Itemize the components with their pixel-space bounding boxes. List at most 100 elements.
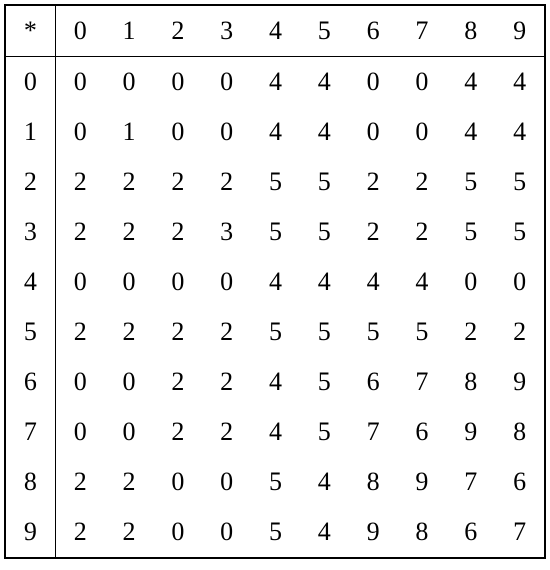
row-header: 5 [6, 307, 55, 357]
cell: 4 [300, 507, 349, 557]
cell: 0 [202, 257, 251, 307]
cell: 4 [251, 407, 300, 457]
cell: 0 [55, 357, 104, 407]
cell: 4 [251, 107, 300, 157]
cell: 2 [55, 507, 104, 557]
cell: 2 [349, 207, 398, 257]
col-header: 1 [105, 6, 154, 57]
cell: 8 [495, 407, 544, 457]
cell: 0 [202, 107, 251, 157]
cell: 0 [153, 257, 202, 307]
col-header: 2 [153, 6, 202, 57]
table-row: 3 2 2 2 3 5 5 2 2 5 5 [6, 207, 544, 257]
cell: 2 [55, 157, 104, 207]
cell: 0 [153, 107, 202, 157]
col-header: 6 [349, 6, 398, 57]
cell: 5 [300, 407, 349, 457]
cell: 5 [251, 207, 300, 257]
table-row: 9 2 2 0 0 5 4 9 8 6 7 [6, 507, 544, 557]
cell: 2 [495, 307, 544, 357]
table-row: 8 2 2 0 0 5 4 8 9 7 6 [6, 457, 544, 507]
cell: 5 [398, 307, 447, 357]
cell: 7 [398, 357, 447, 407]
cell: 5 [300, 357, 349, 407]
cell: 5 [495, 157, 544, 207]
cell: 0 [105, 357, 154, 407]
cell: 0 [105, 257, 154, 307]
cell: 0 [202, 457, 251, 507]
cell: 5 [251, 457, 300, 507]
cell: 6 [446, 507, 495, 557]
cell: 5 [495, 207, 544, 257]
cell: 4 [446, 57, 495, 108]
row-header: 7 [6, 407, 55, 457]
table-row: 6 0 0 2 2 4 5 6 7 8 9 [6, 357, 544, 407]
cell: 5 [251, 157, 300, 207]
table-row: 2 2 2 2 2 5 5 2 2 5 5 [6, 157, 544, 207]
cell: 8 [398, 507, 447, 557]
cell: 4 [495, 107, 544, 157]
cell: 2 [105, 207, 154, 257]
cell: 0 [202, 57, 251, 108]
cell: 0 [55, 257, 104, 307]
row-header: 9 [6, 507, 55, 557]
table-row: 1 0 1 0 0 4 4 0 0 4 4 [6, 107, 544, 157]
cell: 0 [398, 107, 447, 157]
cell: 0 [398, 57, 447, 108]
cell: 7 [495, 507, 544, 557]
cell: 8 [349, 457, 398, 507]
cell: 0 [153, 457, 202, 507]
cell: 4 [300, 57, 349, 108]
row-header: 4 [6, 257, 55, 307]
table-row: 7 0 0 2 2 4 5 7 6 9 8 [6, 407, 544, 457]
cell: 2 [153, 407, 202, 457]
row-header: 6 [6, 357, 55, 407]
cell: 2 [105, 507, 154, 557]
cell: 6 [349, 357, 398, 407]
cell: 1 [105, 107, 154, 157]
cell: 0 [349, 107, 398, 157]
cell: 0 [55, 407, 104, 457]
cell: 3 [202, 207, 251, 257]
cell: 2 [55, 457, 104, 507]
col-header: 3 [202, 6, 251, 57]
table-row: 5 2 2 2 2 5 5 5 5 2 2 [6, 307, 544, 357]
row-header: 8 [6, 457, 55, 507]
cell: 0 [55, 57, 104, 108]
cell: 2 [55, 207, 104, 257]
cell: 0 [153, 507, 202, 557]
cell: 5 [300, 307, 349, 357]
cell: 2 [55, 307, 104, 357]
cell: 9 [349, 507, 398, 557]
cell: 7 [446, 457, 495, 507]
cell: 0 [495, 257, 544, 307]
operation-table: * 0 1 2 3 4 5 6 7 8 9 0 0 0 0 0 4 4 0 0 … [4, 4, 546, 559]
cell: 2 [105, 307, 154, 357]
cell: 4 [300, 457, 349, 507]
cell: 2 [153, 157, 202, 207]
cell: 2 [202, 307, 251, 357]
cell: 0 [55, 107, 104, 157]
cell: 4 [300, 257, 349, 307]
cell: 6 [495, 457, 544, 507]
cell: 4 [251, 257, 300, 307]
cell: 5 [349, 307, 398, 357]
row-header: 0 [6, 57, 55, 108]
cell: 0 [105, 407, 154, 457]
row-header: 1 [6, 107, 55, 157]
cell: 2 [398, 207, 447, 257]
cell: 0 [349, 57, 398, 108]
column-header-row: * 0 1 2 3 4 5 6 7 8 9 [6, 6, 544, 57]
row-header: 2 [6, 157, 55, 207]
cell: 5 [300, 157, 349, 207]
cell: 5 [251, 507, 300, 557]
cell: 2 [398, 157, 447, 207]
cell: 4 [398, 257, 447, 307]
cell: 5 [251, 307, 300, 357]
cell: 7 [349, 407, 398, 457]
operation-grid: * 0 1 2 3 4 5 6 7 8 9 0 0 0 0 0 4 4 0 0 … [6, 6, 544, 557]
cell: 4 [251, 57, 300, 108]
cell: 0 [153, 57, 202, 108]
cell: 0 [202, 507, 251, 557]
cell: 2 [153, 307, 202, 357]
